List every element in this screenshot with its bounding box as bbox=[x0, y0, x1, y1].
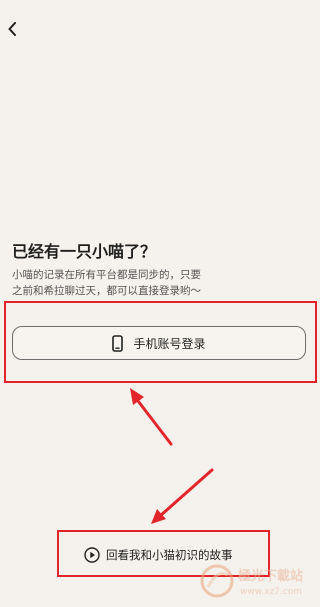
watermark-url: www.xz7.com bbox=[240, 587, 302, 597]
arrow-up-to-login bbox=[130, 388, 173, 446]
site-watermark: 極光下載站 www.xz7.com bbox=[200, 561, 318, 605]
annotation-arrows bbox=[130, 388, 214, 524]
arrow-down-to-story bbox=[151, 468, 214, 524]
watermark-logo-icon bbox=[200, 564, 234, 598]
play-circle-icon bbox=[84, 547, 100, 563]
watermark-text: 極光下載站 bbox=[238, 569, 304, 584]
